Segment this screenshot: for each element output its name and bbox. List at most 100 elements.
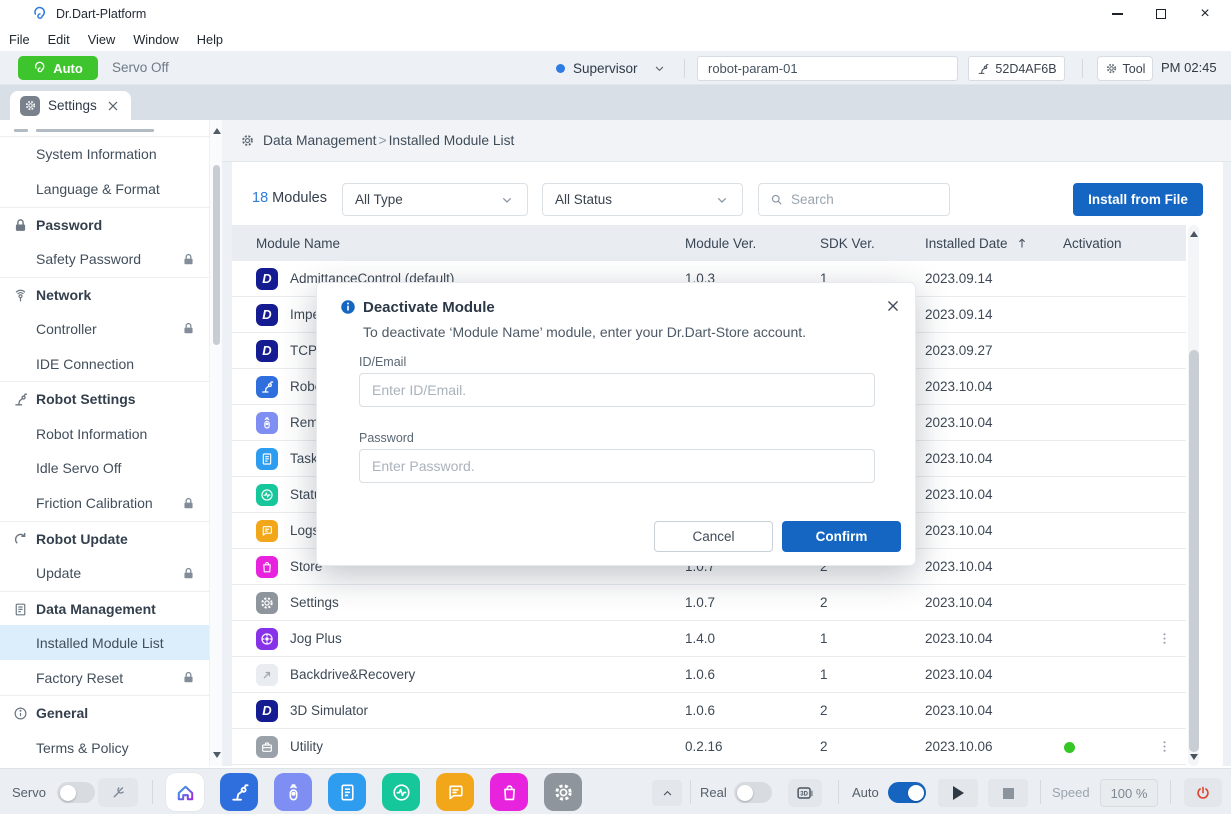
sdk-version: 2 bbox=[820, 585, 828, 620]
sidebar-item-ide-connection[interactable]: IDE Connection bbox=[0, 346, 209, 381]
column-header-activation[interactable]: Activation bbox=[1063, 225, 1122, 261]
sidebar-item-label: Safety Password bbox=[36, 251, 141, 267]
search-icon bbox=[769, 192, 784, 207]
sidebar-item-label: Terms & Policy bbox=[36, 740, 129, 756]
id-email-label: ID/Email bbox=[359, 355, 406, 369]
3d-view-button[interactable]: 3D bbox=[788, 779, 822, 807]
maximize-button[interactable] bbox=[1139, 0, 1183, 28]
scrollbar-thumb[interactable] bbox=[213, 165, 220, 345]
tab-close-icon[interactable] bbox=[105, 98, 121, 114]
sidebar-scrollbar[interactable] bbox=[209, 120, 222, 766]
sidebar-item-factory-reset[interactable]: Factory Reset bbox=[0, 660, 209, 695]
column-header-module-ver[interactable]: Module Ver. bbox=[685, 225, 756, 261]
confirm-button[interactable]: Confirm bbox=[782, 521, 901, 552]
refresh-icon bbox=[12, 531, 29, 548]
scrollbar-thumb[interactable] bbox=[1189, 350, 1199, 752]
sidebar-item-data-management[interactable]: Data Management bbox=[0, 591, 209, 626]
scroll-down-icon[interactable] bbox=[1190, 754, 1198, 760]
sidebar-item-safety-password[interactable]: Safety Password bbox=[0, 242, 209, 277]
row-menu-icon[interactable] bbox=[1156, 630, 1173, 647]
dart-module-icon: D bbox=[256, 700, 278, 722]
sidebar-item-terms-policy[interactable]: Terms & Policy bbox=[0, 730, 209, 765]
mode-badge[interactable]: Auto bbox=[18, 56, 98, 80]
sidebar-item-network[interactable]: Network bbox=[0, 277, 209, 312]
menu-file[interactable]: File bbox=[8, 32, 39, 47]
table-row-settings[interactable]: Settings1.0.722023.10.04 bbox=[232, 585, 1186, 621]
sidebar-item-installed-module-list[interactable]: Installed Module List bbox=[0, 625, 209, 660]
breadcrumb: Data Management>Installed Module List bbox=[222, 120, 1231, 162]
menu-view[interactable]: View bbox=[87, 32, 125, 47]
app-gear-icon[interactable] bbox=[544, 773, 582, 811]
row-menu-icon[interactable] bbox=[1156, 738, 1173, 755]
installed-date: 2023.10.04 bbox=[925, 369, 993, 404]
app-taskbuilder-icon[interactable] bbox=[328, 773, 366, 811]
module-version: 1.0.6 bbox=[685, 657, 715, 692]
app-store-icon[interactable] bbox=[490, 773, 528, 811]
servo-toggle[interactable] bbox=[57, 782, 95, 803]
play-button[interactable] bbox=[938, 779, 978, 807]
table-row-backdrive-recovery[interactable]: Backdrive&Recovery1.0.612023.10.04 bbox=[232, 657, 1186, 693]
role-selector[interactable]: Supervisor bbox=[556, 56, 667, 80]
column-header-installed-date[interactable]: Installed Date bbox=[925, 225, 1029, 261]
app-robot-icon[interactable] bbox=[220, 773, 258, 811]
id-email-field[interactable] bbox=[359, 373, 875, 407]
sidebar-item-robot-information[interactable]: Robot Information bbox=[0, 416, 209, 451]
table-row-utility[interactable]: Utility0.2.1622023.10.06 bbox=[232, 729, 1186, 765]
menu-edit[interactable]: Edit bbox=[47, 32, 79, 47]
app-status-icon[interactable] bbox=[382, 773, 420, 811]
status-filter-select[interactable]: All Status bbox=[542, 183, 743, 216]
chevron-down-icon bbox=[714, 192, 730, 208]
minimize-button[interactable] bbox=[1095, 0, 1139, 28]
sidebar-item-update[interactable]: Update bbox=[0, 556, 209, 591]
sidebar-item-robot-settings[interactable]: Robot Settings bbox=[0, 381, 209, 416]
tab-settings[interactable]: Settings bbox=[10, 91, 131, 120]
app-remote-icon[interactable] bbox=[274, 773, 312, 811]
stop-button[interactable] bbox=[988, 779, 1028, 807]
tool-config-button[interactable] bbox=[98, 778, 138, 807]
robot-param-input[interactable] bbox=[697, 56, 958, 81]
password-label: Password bbox=[359, 431, 414, 445]
cancel-button[interactable]: Cancel bbox=[654, 521, 773, 552]
scroll-up-icon[interactable] bbox=[1190, 231, 1198, 237]
arrow_ne-icon bbox=[259, 667, 275, 683]
app-home-icon[interactable] bbox=[166, 773, 204, 811]
close-button[interactable]: × bbox=[1183, 0, 1227, 28]
sidebar-item-controller[interactable]: Controller bbox=[0, 311, 209, 346]
scroll-down-icon[interactable] bbox=[213, 752, 221, 758]
sidebar-item-system-information[interactable]: System Information bbox=[0, 137, 209, 172]
lock-icon bbox=[181, 252, 196, 267]
type-filter-select[interactable]: All Type bbox=[342, 183, 528, 216]
column-header-module-name[interactable]: Module Name bbox=[256, 225, 340, 261]
install-from-file-button[interactable]: Install from File bbox=[1073, 183, 1203, 216]
sidebar-item-general[interactable]: General bbox=[0, 695, 209, 730]
serial-badge[interactable]: 52D4AF6B bbox=[968, 56, 1065, 81]
sidebar-item-robot-update[interactable]: Robot Update bbox=[0, 521, 209, 556]
power-button[interactable] bbox=[1184, 778, 1222, 807]
search-input[interactable] bbox=[791, 192, 939, 207]
table-row-3d-simulator[interactable]: D3D Simulator1.0.622023.10.04 bbox=[232, 693, 1186, 729]
auto-toggle[interactable] bbox=[888, 782, 926, 803]
app-logs-icon[interactable] bbox=[436, 773, 474, 811]
speed-value-box[interactable]: 100 % bbox=[1100, 779, 1158, 807]
sidebar-item-password[interactable]: Password bbox=[0, 207, 209, 242]
menu-help[interactable]: Help bbox=[196, 32, 232, 47]
table-scrollbar[interactable] bbox=[1188, 225, 1199, 766]
status-module-icon bbox=[256, 484, 278, 506]
column-header-sdk-ver[interactable]: SDK Ver. bbox=[820, 225, 875, 261]
sidebar-item-language-format[interactable]: Language & Format bbox=[0, 172, 209, 207]
installed-date: 2023.10.04 bbox=[925, 513, 993, 548]
sidebar-item-label: Robot Settings bbox=[36, 391, 136, 407]
divider bbox=[152, 780, 153, 804]
info-icon bbox=[12, 705, 29, 722]
real-toggle[interactable] bbox=[734, 782, 772, 803]
expand-button[interactable] bbox=[652, 780, 682, 806]
installed-date: 2023.10.04 bbox=[925, 693, 993, 728]
sidebar-item-idle-servo-off[interactable]: Idle Servo Off bbox=[0, 451, 209, 486]
menu-window[interactable]: Window bbox=[132, 32, 188, 47]
sidebar-item-friction-calibration[interactable]: Friction Calibration bbox=[0, 486, 209, 521]
password-field[interactable] bbox=[359, 449, 875, 483]
tool-button[interactable]: Tool bbox=[1097, 56, 1153, 81]
table-row-jog-plus[interactable]: Jog Plus1.4.012023.10.04 bbox=[232, 621, 1186, 657]
close-icon[interactable] bbox=[884, 297, 902, 315]
scroll-up-icon[interactable] bbox=[213, 128, 221, 134]
